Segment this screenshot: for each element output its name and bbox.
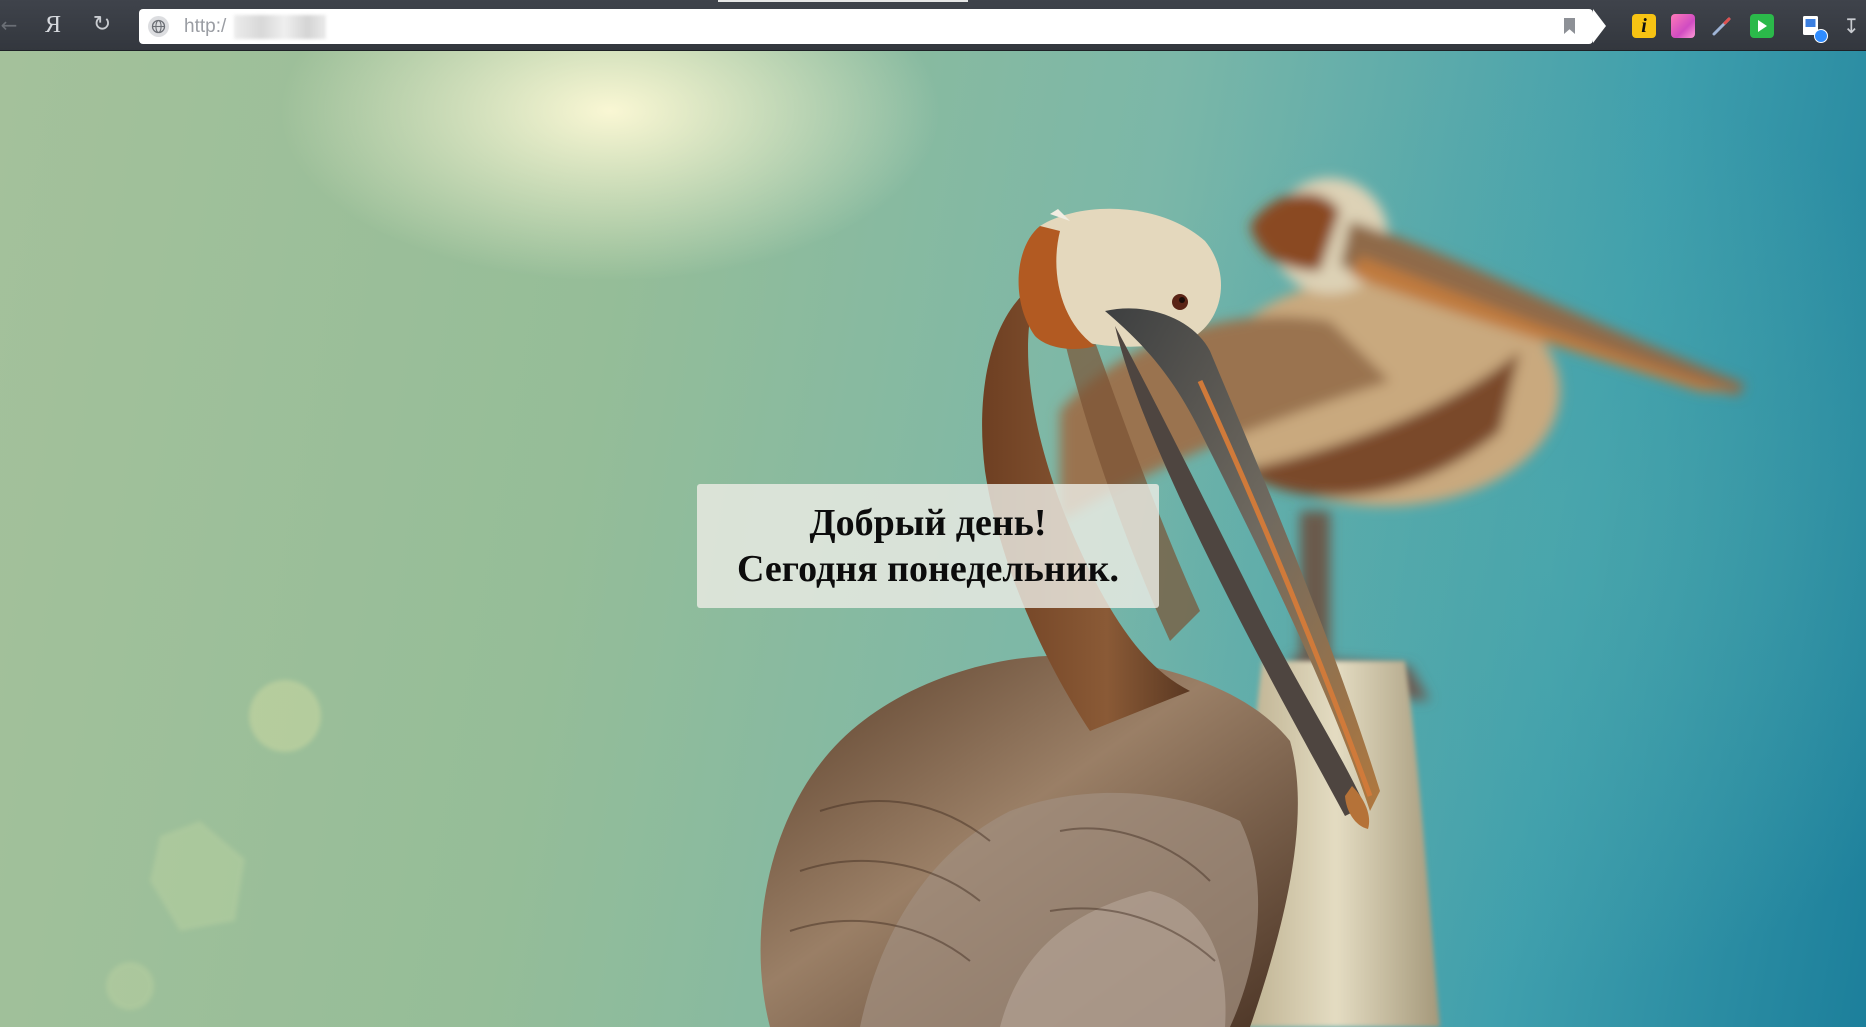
- pink-extension-icon[interactable]: [1671, 14, 1695, 38]
- bookmark-icon[interactable]: [1564, 18, 1575, 34]
- address-bar[interactable]: http:/: [139, 9, 1606, 44]
- yandex-logo-icon[interactable]: Я: [38, 10, 68, 40]
- url-text[interactable]: http:/: [184, 9, 226, 44]
- pen-extension-icon[interactable]: [1710, 14, 1734, 38]
- page-content: Добрый день! Сегодня понедельник.: [0, 51, 1866, 1027]
- reload-icon[interactable]: ↻: [87, 10, 117, 40]
- greeting-box: Добрый день! Сегодня понедельник.: [697, 484, 1159, 608]
- browser-toolbar: ← Я ↻ http:/ i ↧: [0, 0, 1866, 51]
- redacted-url: [234, 15, 326, 39]
- active-tab-indicator: [718, 0, 968, 2]
- green-play-extension-icon[interactable]: [1750, 14, 1774, 38]
- screenshot-extension-icon[interactable]: [1800, 14, 1828, 43]
- globe-icon[interactable]: [148, 16, 169, 37]
- greeting-line-hello: Добрый день!: [809, 502, 1047, 544]
- greeting-line-day: Сегодня понедельник.: [736, 548, 1119, 590]
- browser-window: ← Я ↻ http:/ i ↧ Добрый день! Сегодня по…: [0, 0, 1866, 1027]
- i-extension-icon[interactable]: i: [1632, 14, 1656, 38]
- download-icon[interactable]: ↧: [1843, 14, 1866, 38]
- check-badge-icon: [1814, 29, 1828, 43]
- back-arrow-icon[interactable]: ←: [0, 10, 24, 40]
